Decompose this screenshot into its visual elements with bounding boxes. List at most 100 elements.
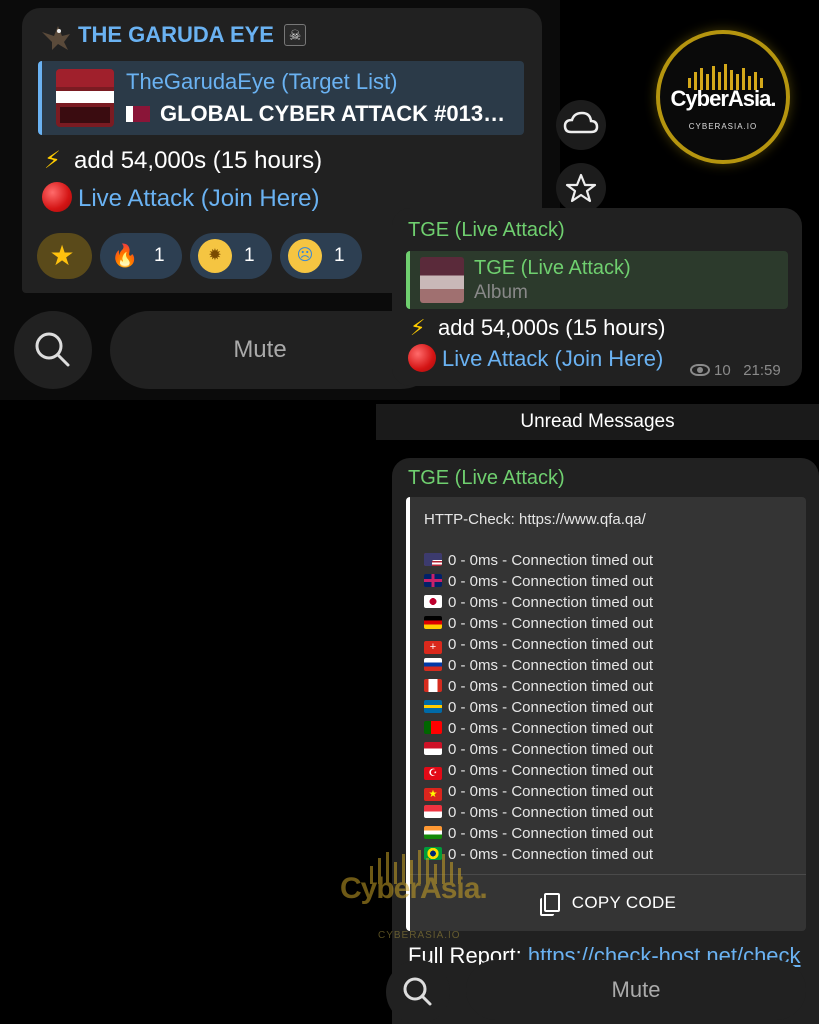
sender-name[interactable]: TGE (Live Attack) <box>408 467 565 490</box>
eye-icon <box>690 364 710 376</box>
code-row: 0 - 0ms - Connection timed out <box>424 802 653 823</box>
cyberasia-watermark: CyberAsia. CYBERASIA.IO <box>340 850 510 945</box>
red-circle-icon <box>408 344 436 372</box>
code-row: ★ 0 - 0ms - Connection timed out <box>424 781 653 802</box>
view-count: 10 <box>714 362 731 379</box>
code-row-text: 0 - 0ms - Connection timed out <box>448 636 654 653</box>
favorite-button[interactable] <box>556 163 606 213</box>
vn-flag-icon: ★ <box>424 788 442 801</box>
reaction-fire[interactable]: 🔥 1 <box>100 233 182 279</box>
message-line: ⚡ add 54,000s (15 hours) <box>44 146 322 175</box>
lightning-icon: ⚡ <box>410 315 426 340</box>
code-row-text: 0 - 0ms - Connection timed out <box>448 678 654 695</box>
sender-name[interactable]: TGE (Live Attack) <box>408 219 565 242</box>
message-text: add 54,000s (15 hours) <box>74 147 323 174</box>
fire-icon: 🔥 <box>111 243 139 268</box>
cyberasia-logo: CyberAsia. CYBERASIA.IO <box>656 30 790 164</box>
code-row: ☪ 0 - 0ms - Connection timed out <box>424 760 653 781</box>
pirate-flag-icon: ☠ <box>284 24 306 46</box>
reaction-crying[interactable]: ☹ 1 <box>280 233 362 279</box>
us-flag-icon <box>424 553 442 566</box>
code-header: HTTP-Check: https://www.qfa.qa/ <box>424 511 646 528</box>
mind-blown-icon: ✹ <box>198 239 232 273</box>
reply-thumbnail <box>420 257 464 303</box>
message-link-line[interactable]: Live Attack (Join Here) <box>408 344 663 372</box>
message-link-line[interactable]: Live Attack (Join Here) <box>42 182 319 213</box>
star-outline-icon <box>565 173 597 203</box>
ru-flag-icon <box>424 658 442 671</box>
cloud-icon <box>563 111 599 134</box>
code-row-text: 0 - 0ms - Connection timed out <box>448 783 654 800</box>
code-row-text: 0 - 0ms - Connection timed out <box>448 657 654 674</box>
code-row: 0 - 0ms - Connection timed out <box>424 655 653 676</box>
code-row: 0 - 0ms - Connection timed out <box>424 613 653 634</box>
ca-flag-icon <box>424 679 442 692</box>
reply-title: TheGarudaEye (Target List) <box>126 69 398 94</box>
code-row-text: 0 - 0ms - Connection timed out <box>448 762 654 779</box>
star-icon: ★ <box>49 240 75 271</box>
unread-messages-divider: Unread Messages <box>376 404 819 440</box>
code-row-text: 0 - 0ms - Connection timed out <box>448 741 654 758</box>
message-meta: 10 21:59 <box>690 362 781 379</box>
code-rows: 0 - 0ms - Connection timed out 0 - 0ms -… <box>424 550 653 865</box>
lightning-icon: ⚡ <box>44 147 61 174</box>
cloud-button[interactable] <box>556 100 606 150</box>
jp-flag-icon <box>424 595 442 608</box>
code-row: 0 - 0ms - Connection timed out <box>424 676 653 697</box>
reply-preview[interactable]: TheGarudaEye (Target List) GLOBAL CYBER … <box>38 61 524 135</box>
search-button[interactable] <box>386 960 450 1024</box>
reply-title: TGE (Live Attack) <box>474 257 631 279</box>
mute-button[interactable]: Mute <box>466 960 806 1020</box>
de-flag-icon <box>424 616 442 629</box>
reaction-star[interactable]: ★ <box>37 233 92 279</box>
reply-subtitle: Album <box>474 282 528 303</box>
code-row-text: 0 - 0ms - Connection timed out <box>448 594 654 611</box>
in-flag-icon <box>424 826 442 839</box>
live-attack-link[interactable]: Live Attack (Join Here) <box>78 185 319 212</box>
copy-code-label: COPY CODE <box>571 893 677 912</box>
eagle-icon <box>42 26 70 50</box>
reply-text-label: GLOBAL CYBER ATTACK #013… <box>160 101 506 126</box>
reply-preview[interactable]: TGE (Live Attack) Album <box>406 251 788 309</box>
logo-brand: CyberAsia. <box>670 86 777 111</box>
copy-icon <box>539 893 560 916</box>
live-attack-link[interactable]: Live Attack (Join Here) <box>442 346 663 371</box>
search-button[interactable] <box>14 311 92 389</box>
channel-name[interactable]: THE GARUDA EYE <box>78 22 274 48</box>
reaction-mind-blown[interactable]: ✹ 1 <box>190 233 272 279</box>
reaction-count: 1 <box>244 245 255 266</box>
message-text: add 54,000s (15 hours) <box>438 315 666 340</box>
mute-button[interactable]: Mute <box>110 311 440 389</box>
tr-flag-icon: ☪ <box>424 767 442 780</box>
ch-flag-icon: + <box>424 641 442 654</box>
code-row-text: 0 - 0ms - Connection timed out <box>448 615 654 632</box>
code-row: 0 - 0ms - Connection timed out <box>424 718 653 739</box>
watermark-domain: CYBERASIA.IO <box>378 930 461 941</box>
code-row: 0 - 0ms - Connection timed out <box>424 571 653 592</box>
code-row-text: 0 - 0ms - Connection timed out <box>448 699 654 716</box>
code-row: +0 - 0ms - Connection timed out <box>424 634 653 655</box>
pt-flag-icon <box>424 721 442 734</box>
code-row-text: 0 - 0ms - Connection timed out <box>448 552 654 569</box>
code-row-text: 0 - 0ms - Connection timed out <box>448 825 654 842</box>
qatar-flag-icon <box>126 106 150 122</box>
logo-domain: CYBERASIA.IO <box>688 122 758 131</box>
reaction-count: 1 <box>334 245 345 266</box>
sg-flag-icon <box>424 805 442 818</box>
code-row: 0 - 0ms - Connection timed out <box>424 592 653 613</box>
reply-thumbnail <box>56 69 114 127</box>
message-line: ⚡ add 54,000s (15 hours) <box>410 315 666 341</box>
id-flag-icon <box>424 742 442 755</box>
watermark-brand: CyberAsia. <box>340 872 488 905</box>
code-row-text: 0 - 0ms - Connection timed out <box>448 573 654 590</box>
uk-flag-icon <box>424 574 442 587</box>
red-circle-icon <box>42 182 72 212</box>
search-icon <box>403 977 432 1006</box>
reaction-count: 1 <box>154 245 165 266</box>
code-row: 0 - 0ms - Connection timed out <box>424 739 653 760</box>
se-flag-icon <box>424 700 442 713</box>
search-icon <box>35 332 70 367</box>
crying-icon: ☹ <box>288 239 322 273</box>
reply-text: GLOBAL CYBER ATTACK #013… <box>126 101 521 127</box>
code-row-text: 0 - 0ms - Connection timed out <box>448 804 654 821</box>
